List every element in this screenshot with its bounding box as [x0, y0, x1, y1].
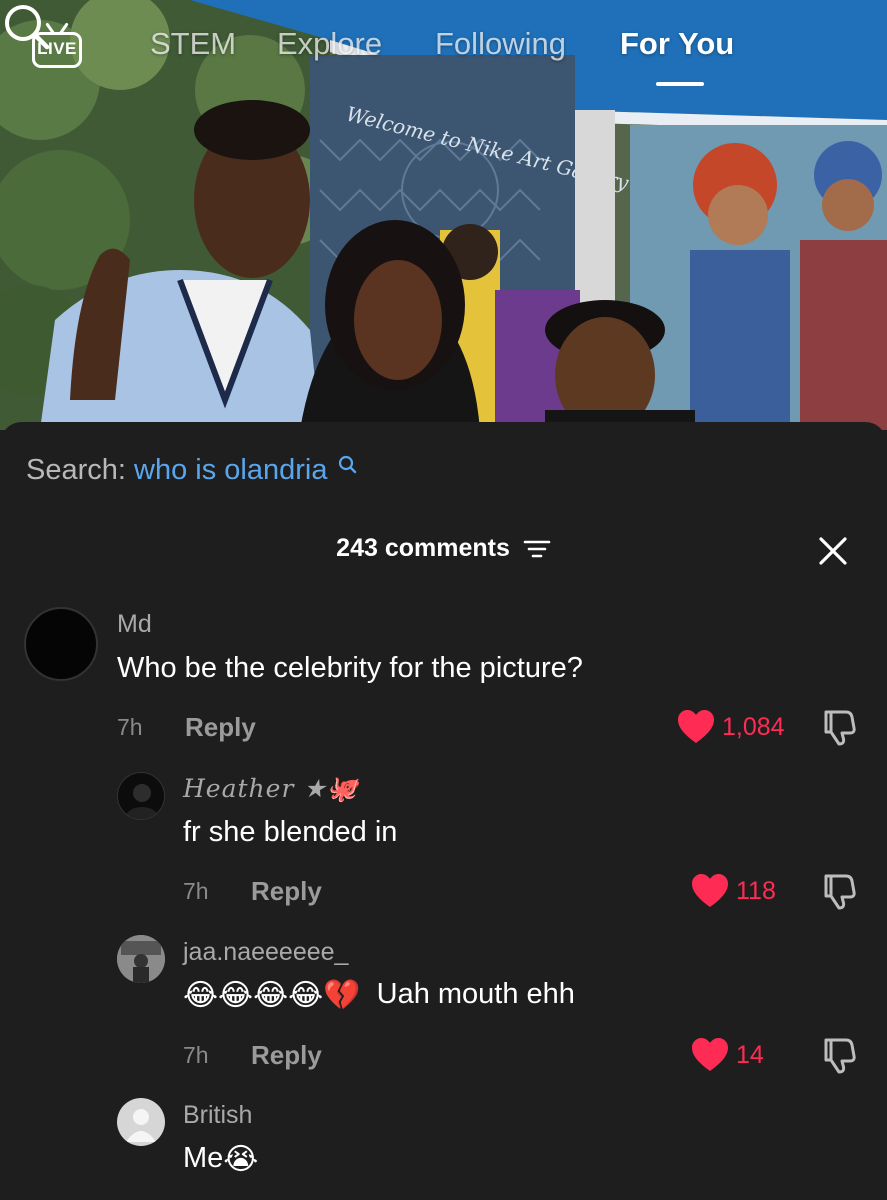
comment-username[interactable]: British	[183, 1101, 252, 1130]
filter-icon[interactable]	[523, 538, 551, 560]
like-count: 14	[736, 1041, 764, 1069]
heart-icon[interactable]	[691, 1037, 729, 1073]
avatar[interactable]	[117, 1098, 165, 1146]
comment-text: Me	[183, 1142, 224, 1175]
dislike-icon[interactable]	[818, 1036, 856, 1074]
like-count: 118	[736, 877, 776, 905]
video-frame[interactable]: Welcome to Nike Art Gallery LIVE STEM Ex…	[0, 0, 887, 430]
comment-text-row: Me😭	[183, 1142, 258, 1177]
comment-text: Uah mouth ehh	[376, 978, 575, 1011]
emoji-sequence: 😂😂😂😂💔	[183, 979, 361, 1012]
avatar-image	[117, 935, 165, 983]
comment-text: Who be the celebrity for the picture?	[117, 652, 583, 684]
search-suggestion[interactable]: Search: who is olandria	[26, 454, 358, 487]
search-small-icon	[338, 455, 356, 474]
comment-text: fr she blended in	[183, 816, 398, 848]
comment-username[interactable]: jaa.naeeeeee_	[183, 938, 348, 967]
comment-username[interactable]: Heather ★🐙	[183, 774, 359, 804]
reply-button[interactable]: Reply	[185, 712, 256, 743]
default-avatar-icon	[126, 1109, 156, 1142]
avatar[interactable]	[24, 607, 98, 681]
reply-button[interactable]: Reply	[251, 876, 322, 907]
tab-stem[interactable]: STEM	[150, 26, 236, 62]
comment-time: 7h	[183, 878, 209, 904]
active-tab-indicator	[656, 82, 704, 86]
heart-icon[interactable]	[677, 709, 715, 745]
comment-time: 7h	[183, 1042, 209, 1068]
dislike-icon[interactable]	[818, 708, 856, 746]
avatar-image	[126, 784, 158, 819]
top-navigation: LIVE STEM Explore Following For You	[0, 0, 887, 100]
tab-for-you[interactable]: For You	[620, 26, 734, 62]
dislike-icon[interactable]	[818, 872, 856, 910]
comments-count: 243 comments	[336, 534, 510, 562]
reply-button[interactable]: Reply	[251, 1040, 322, 1071]
tab-explore[interactable]: Explore	[277, 26, 382, 62]
comments-count-header: 243 comments	[0, 534, 887, 563]
tab-following[interactable]: Following	[435, 26, 566, 62]
emoji: 😭	[223, 1143, 259, 1176]
search-suggestion-label: Search:	[26, 454, 126, 486]
comment-text-row: 😂😂😂😂💔 Uah mouth ehh	[183, 978, 575, 1013]
comment-time: 7h	[117, 714, 143, 740]
heart-icon[interactable]	[691, 873, 729, 909]
search-icon[interactable]	[0, 0, 52, 52]
search-suggestion-query[interactable]: who is olandria	[134, 454, 327, 486]
avatar[interactable]	[117, 772, 165, 820]
like-count: 1,084	[722, 713, 785, 741]
avatar[interactable]	[117, 935, 165, 983]
comment-username[interactable]: Md	[117, 610, 152, 639]
close-icon[interactable]	[816, 534, 850, 568]
